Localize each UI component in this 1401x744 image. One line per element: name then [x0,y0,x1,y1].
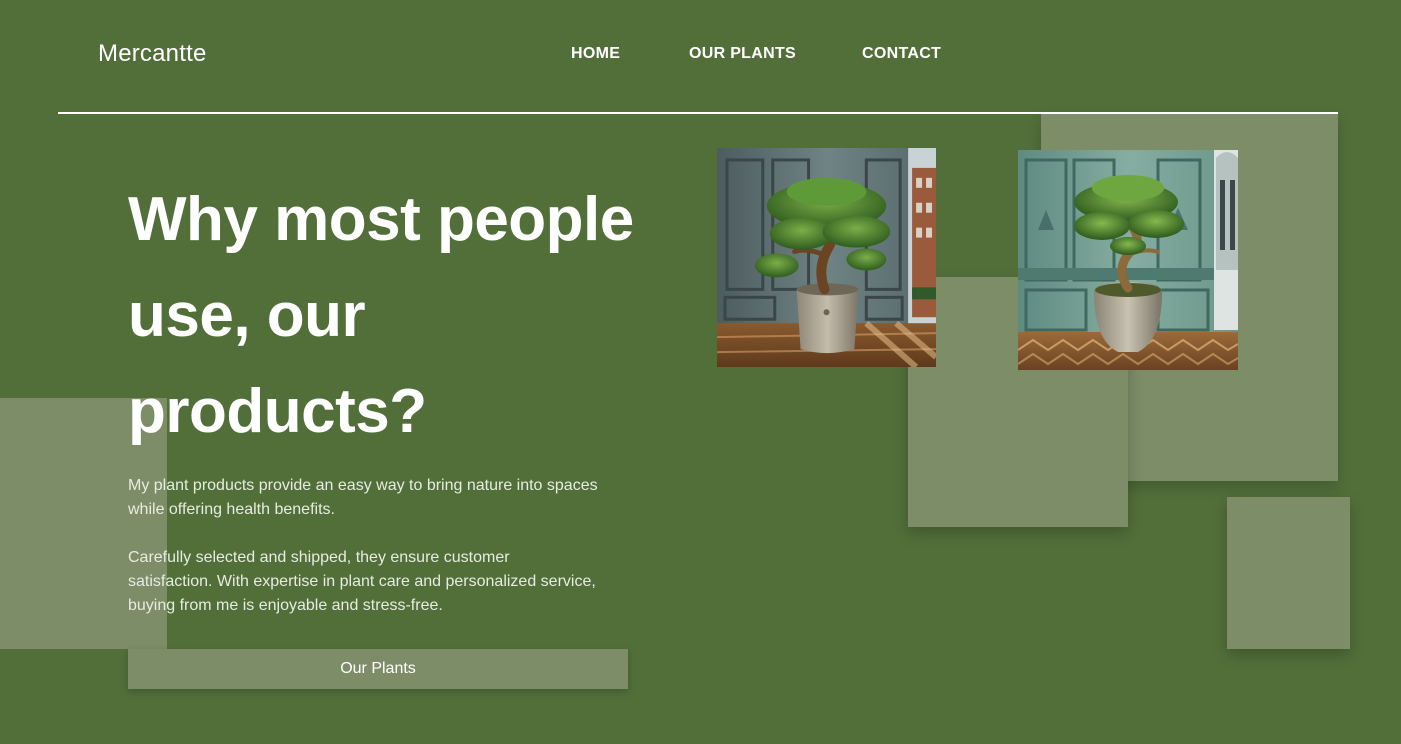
hero-title: Why most people use, our products? [128,185,634,446]
hero-paragraph-2: Carefully selected and shipped, they ens… [128,549,596,614]
hero-paragraph-1: My plant products provide an easy way to… [128,477,598,518]
nav-home[interactable]: HOME [571,44,620,64]
product-image-2 [1018,150,1238,370]
nav-our-plants[interactable]: OUR PLANTS [689,44,796,64]
bonsai-green-room-illustration [1018,150,1238,370]
decorative-block-small [1227,497,1350,649]
header-divider [58,112,1338,114]
our-plants-button[interactable]: Our Plants [128,649,628,689]
main-nav: HOME OUR PLANTS CONTACT [0,44,1401,64]
product-image-1 [717,148,936,367]
nav-contact[interactable]: CONTACT [862,44,941,64]
bonsai-grey-room-illustration [717,148,936,367]
